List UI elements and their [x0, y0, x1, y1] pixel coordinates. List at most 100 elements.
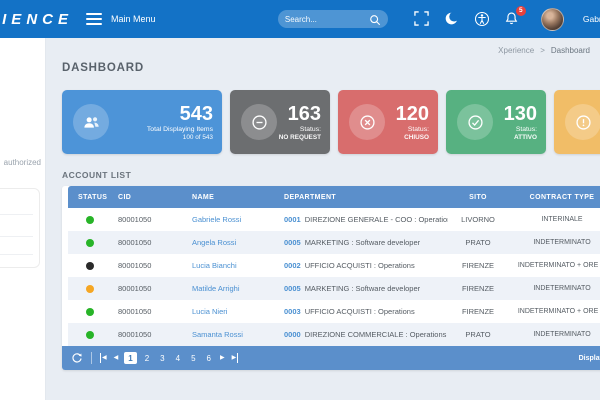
stat-sub-label: 100 of 543 [182, 133, 213, 141]
divider [91, 352, 92, 364]
x-circle-icon [349, 104, 385, 140]
name-link[interactable]: Lucia Bianchi [192, 261, 237, 270]
breadcrumb-parent[interactable]: Xperience [498, 46, 534, 55]
pagination-first-button[interactable]: ◀ [100, 353, 108, 363]
stat-card-chiuso[interactable]: 120 Status: CHIUSO [338, 90, 438, 154]
header-contract-type[interactable]: CONTRACT TYPE [508, 186, 600, 208]
pagination-page-4[interactable]: 4 [173, 353, 183, 364]
stat-sub-label: ATTIVO [514, 133, 537, 141]
stat-card-total[interactable]: 543 Total Displaying Items 100 of 543 [62, 90, 222, 154]
status-dot [86, 331, 94, 339]
sito-cell: LIVORNO [461, 215, 495, 224]
status-dot [86, 262, 94, 270]
pagination-last-button[interactable]: ▶ [231, 353, 239, 363]
divider [0, 254, 33, 255]
accessibility-icon[interactable] [474, 11, 491, 28]
stat-label: Total Displaying Items [146, 125, 213, 133]
pagination-page-2[interactable]: 2 [142, 353, 152, 364]
exclamation-circle-icon [565, 104, 600, 140]
app-logo[interactable]: XPERIENCE [0, 0, 78, 38]
contract-cell: INTERINALE [541, 216, 583, 223]
account-list-panel: STATUS CID NAME DEPARTMENT SITO CONTRACT… [62, 186, 600, 370]
table-row[interactable]: 80001050 Samanta Rossi 0000 DIREZIONE COM… [68, 323, 600, 346]
search-icon[interactable] [369, 13, 381, 26]
status-dot [86, 285, 94, 293]
notification-count-badge: 5 [515, 5, 526, 16]
dept-label: DIREZIONE GENERALE - COO : Operations [304, 215, 448, 224]
user-name-label[interactable]: Gabriele [583, 14, 600, 24]
contract-cell: INDETERMINATO [533, 285, 591, 292]
table-row[interactable]: 80001050 Lucia Nieri 0003 UFFICIO ACQUIST… [68, 300, 600, 323]
stat-value: 120 [395, 102, 429, 125]
status-dot [86, 308, 94, 316]
sito-cell: PRATO [465, 238, 491, 247]
users-icon [73, 104, 109, 140]
table-header-row: STATUS CID NAME DEPARTMENT SITO CONTRACT… [68, 186, 600, 208]
minus-circle-icon [241, 104, 277, 140]
dept-code: 0005 [284, 238, 301, 247]
dept-label: MARKETING : Software developer [304, 284, 421, 293]
cid-cell: 80001050 [118, 238, 152, 247]
account-table: STATUS CID NAME DEPARTMENT SITO CONTRACT… [68, 186, 600, 346]
name-link[interactable]: Lucia Nieri [192, 307, 227, 316]
pagination-page-3[interactable]: 3 [157, 353, 167, 364]
header-name[interactable]: NAME [186, 186, 278, 208]
search-box[interactable] [277, 10, 388, 28]
header-sito[interactable]: SITO [448, 186, 508, 208]
notifications-bell-icon[interactable]: 5 [504, 5, 526, 28]
pagination-bar: ◀ ◀ 1 2 3 4 5 6 ▶ ▶ Displaying [62, 346, 600, 370]
dept-code: 0002 [284, 261, 301, 270]
table-row[interactable]: 80001050 Angela Rossi 0005 MARKETING : So… [68, 231, 600, 254]
dept-code: 0005 [284, 284, 301, 293]
stat-cards-row: 543 Total Displaying Items 100 of 543 16… [62, 90, 600, 154]
dept-label: DIREZIONE COMMERCIALE : Operations [304, 330, 447, 339]
navbar-actions: 5 Gabriele [414, 5, 600, 31]
stat-sub-label: CHIUSO [404, 133, 429, 141]
contract-cell: INDETERMINATO + ORE V. [517, 262, 600, 269]
contract-cell: INDETERMINATO [533, 331, 591, 338]
stat-sub-label: NO REQUEST [278, 133, 321, 141]
pagination-prev-button[interactable]: ◀ [113, 353, 120, 363]
breadcrumb-separator: > [540, 45, 545, 55]
status-dot [86, 216, 94, 224]
dept-label: MARKETING : Software developer [304, 238, 421, 247]
hamburger-menu-icon[interactable] [86, 13, 102, 25]
dept-code: 0003 [284, 307, 301, 316]
stat-card-no-request[interactable]: 163 Status: NO REQUEST [230, 90, 330, 154]
table-row[interactable]: 80001050 Matilde Arrighi 0005 MARKETING :… [68, 277, 600, 300]
main-menu-label[interactable]: Main Menu [111, 14, 156, 24]
stat-label: Status: [515, 125, 537, 133]
divider [0, 214, 33, 215]
dept-label: UFFICIO ACQUISTI : Operations [304, 307, 415, 316]
user-avatar[interactable] [540, 7, 564, 31]
header-cid[interactable]: CID [112, 186, 186, 208]
sidebar-authorized-label: authorized [3, 158, 41, 167]
header-department[interactable]: DEPARTMENT [278, 186, 448, 208]
breadcrumb-current[interactable]: Dashboard [551, 46, 590, 55]
refresh-icon[interactable] [70, 352, 83, 365]
pagination-page-6[interactable]: 6 [204, 353, 214, 364]
stat-value: 130 [503, 102, 537, 125]
table-row[interactable]: 80001050 Gabriele Rossi 0001 DIREZIONE GE… [68, 208, 600, 231]
stat-card-attivo[interactable]: 130 Status: ATTIVO [446, 90, 546, 154]
name-link[interactable]: Matilde Arrighi [192, 284, 240, 293]
pagination-page-1[interactable]: 1 [124, 352, 137, 364]
pagination-next-button[interactable]: ▶ [219, 353, 226, 363]
stat-card-partial[interactable] [554, 90, 600, 154]
check-circle-icon [457, 104, 493, 140]
app-logo-text: XPERIENCE [0, 11, 73, 28]
header-status[interactable]: STATUS [68, 186, 112, 208]
search-input[interactable] [284, 14, 369, 24]
name-link[interactable]: Samanta Rossi [192, 330, 243, 339]
dept-code: 0000 [284, 330, 301, 339]
page-title: DASHBOARD [62, 62, 144, 74]
pagination-page-5[interactable]: 5 [188, 353, 198, 364]
dark-mode-moon-icon[interactable] [444, 11, 461, 28]
dept-code: 0001 [284, 215, 301, 224]
main-content: Xperience > Dashboard DASHBOARD 543 Tota… [46, 38, 600, 400]
name-link[interactable]: Angela Rossi [192, 238, 236, 247]
table-row[interactable]: 80001050 Lucia Bianchi 0002 UFFICIO ACQUI… [68, 254, 600, 277]
name-link[interactable]: Gabriele Rossi [192, 215, 241, 224]
cid-cell: 80001050 [118, 261, 152, 270]
fullscreen-icon[interactable] [414, 10, 431, 28]
